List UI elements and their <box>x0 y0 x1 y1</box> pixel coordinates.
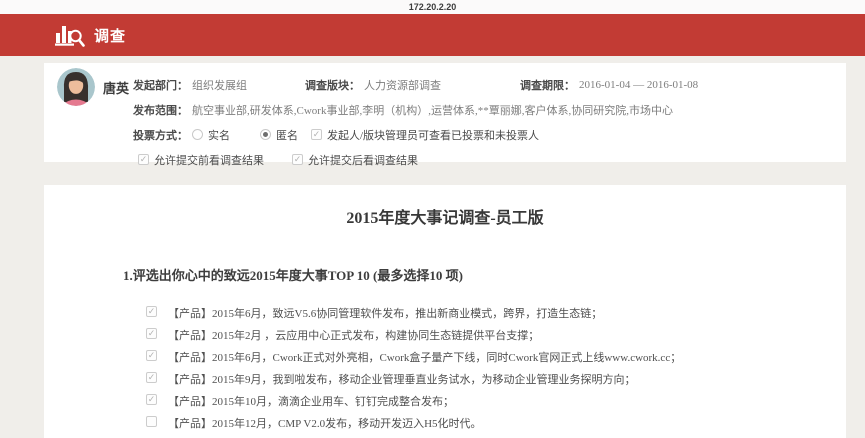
option-label: 【产品】2015年10月，滴滴企业用车、钉钉完成整合发布； <box>168 396 454 408</box>
result-after-label: 允许提交后看调查结果 <box>308 154 418 167</box>
result-before-checkbox[interactable]: ✓ <box>138 154 149 165</box>
visibility-option[interactable]: ✓ 发起人/版块管理员可查看已投票和未投票人 <box>311 127 539 143</box>
section-value: 人力资源部调查 <box>364 79 441 92</box>
section-label: 调查版块： <box>305 79 360 92</box>
vote-mode-label: 投票方式： <box>133 129 188 142</box>
meta-row-vote-mode: 投票方式： 实名 匿名 ✓ 发起人/版块管理员可查看已投票和未投票人 <box>133 122 828 147</box>
option-checkbox[interactable]: ✓ <box>146 306 157 317</box>
realname-radio[interactable] <box>192 129 203 140</box>
period-pair: 调查期限： 2016-01-04 — 2016-01-08 <box>520 77 698 93</box>
visibility-checkbox[interactable]: ✓ <box>311 129 322 140</box>
option-label: 【产品】2015年6月，致远V5.6协同管理软件发布，推出新商业模式，跨界，打造… <box>168 308 603 320</box>
avatar[interactable] <box>57 68 95 106</box>
realname-label: 实名 <box>208 129 230 142</box>
scope-label: 发布范围： <box>133 104 188 117</box>
option-checkbox[interactable]: ✓ <box>146 416 157 427</box>
survey-option-row[interactable]: ✓ 【产品】2015年6月，致远V5.6协同管理软件发布，推出新商业模式，跨界，… <box>146 305 846 327</box>
option-label: 【产品】2015年6月，Cwork正式对外亮相，Cwork盒子量产下线，同时Cw… <box>168 352 682 364</box>
vote-option-anonymous[interactable]: 匿名 <box>260 127 298 143</box>
survey-title: 2015年度大事记调查-员工版 <box>346 210 544 227</box>
period-label: 调查期限： <box>520 79 575 92</box>
result-before-option[interactable]: ✓ 允许提交前看调查结果 <box>138 152 264 168</box>
survey-option-row[interactable]: ✓ 【产品】2015年6月，Cwork正式对外亮相，Cwork盒子量产下线，同时… <box>146 349 846 371</box>
option-checkbox[interactable]: ✓ <box>146 394 157 405</box>
server-address: 172.20.2.20 <box>408 2 457 12</box>
survey-option-row[interactable]: ✓ 【产品】2015年9月，我到啦发布，移动企业管理垂直业务试水，为移动企业管理… <box>146 371 846 393</box>
option-checkbox[interactable]: ✓ <box>146 328 157 339</box>
address-bar[interactable]: 172.20.2.20 <box>0 0 865 14</box>
app-title: 调查 <box>94 28 127 45</box>
result-after-checkbox[interactable]: ✓ <box>292 154 303 165</box>
survey-option-row[interactable]: ✓ 【产品】2015年10月，滴滴企业用车、钉钉完成整合发布； <box>146 393 846 415</box>
vote-option-realname[interactable]: 实名 <box>192 127 230 143</box>
meta-row-basic: 发起部门： 组织发展组 调查版块： 人力资源部调查 调查期限： 2016-01-… <box>133 72 828 97</box>
option-label: 【产品】2015年9月，我到啦发布，移动企业管理垂直业务试水，为移动企业管理业务… <box>168 374 636 386</box>
app-header: 调查 <box>0 14 865 56</box>
survey-option-list: ✓ 【产品】2015年6月，致远V5.6协同管理软件发布，推出新商业模式，跨界，… <box>146 305 846 438</box>
result-before-label: 允许提交前看调查结果 <box>154 154 264 167</box>
section-pair: 调查版块： 人力资源部调查 <box>305 77 520 93</box>
visibility-label: 发起人/版块管理员可查看已投票和未投票人 <box>327 129 540 142</box>
survey-body-card: 2015年度大事记调查-员工版 1.评选出你心中的致远2015年度大事TOP 1… <box>44 185 846 438</box>
option-label: 【产品】2015年2月 ，云应用中心正式发布，构建协同生态链提供平台支撑； <box>168 330 540 342</box>
survey-meta-card: 唐英 发起部门： 组织发展组 调查版块： 人力资源部调查 调查期限： 2016-… <box>44 63 846 167</box>
initiator-value: 组织发展组 <box>192 79 247 92</box>
option-checkbox[interactable]: ✓ <box>146 350 157 361</box>
initiator-pair: 发起部门： 组织发展组 <box>133 77 305 93</box>
survey-option-row[interactable]: ✓ 【产品】2015年12月，CMP V2.0发布，移动开发迈入H5化时代。 <box>146 415 846 437</box>
result-after-option[interactable]: ✓ 允许提交后看调查结果 <box>292 152 418 168</box>
meta-row-scope: 发布范围： 航空事业部,研发体系,Cwork事业部,李明（机构）,运营体系,**… <box>133 97 828 122</box>
survey-option-row[interactable]: ✓ 【产品】2015年2月 ，云应用中心正式发布，构建协同生态链提供平台支撑； <box>146 327 846 349</box>
meta-row-result-options: ✓ 允许提交前看调查结果 ✓ 允许提交后看调查结果 <box>133 147 828 172</box>
user-name: 唐英 <box>103 81 130 96</box>
survey-chart-search-icon <box>54 23 85 48</box>
initiator-label: 发起部门： <box>133 79 188 92</box>
anonymous-radio[interactable] <box>260 129 271 140</box>
scope-value: 航空事业部,研发体系,Cwork事业部,李明（机构）,运营体系,**覃丽娜,客户… <box>192 104 673 117</box>
option-label: 【产品】2015年12月，CMP V2.0发布，移动开发迈入H5化时代。 <box>168 418 482 430</box>
period-value: 2016-01-04 — 2016-01-08 <box>579 78 699 91</box>
option-checkbox[interactable]: ✓ <box>146 372 157 383</box>
anonymous-label: 匿名 <box>276 129 298 142</box>
survey-question: 1.评选出你心中的致远2015年度大事TOP 10 (最多选择10 项) <box>123 268 463 283</box>
